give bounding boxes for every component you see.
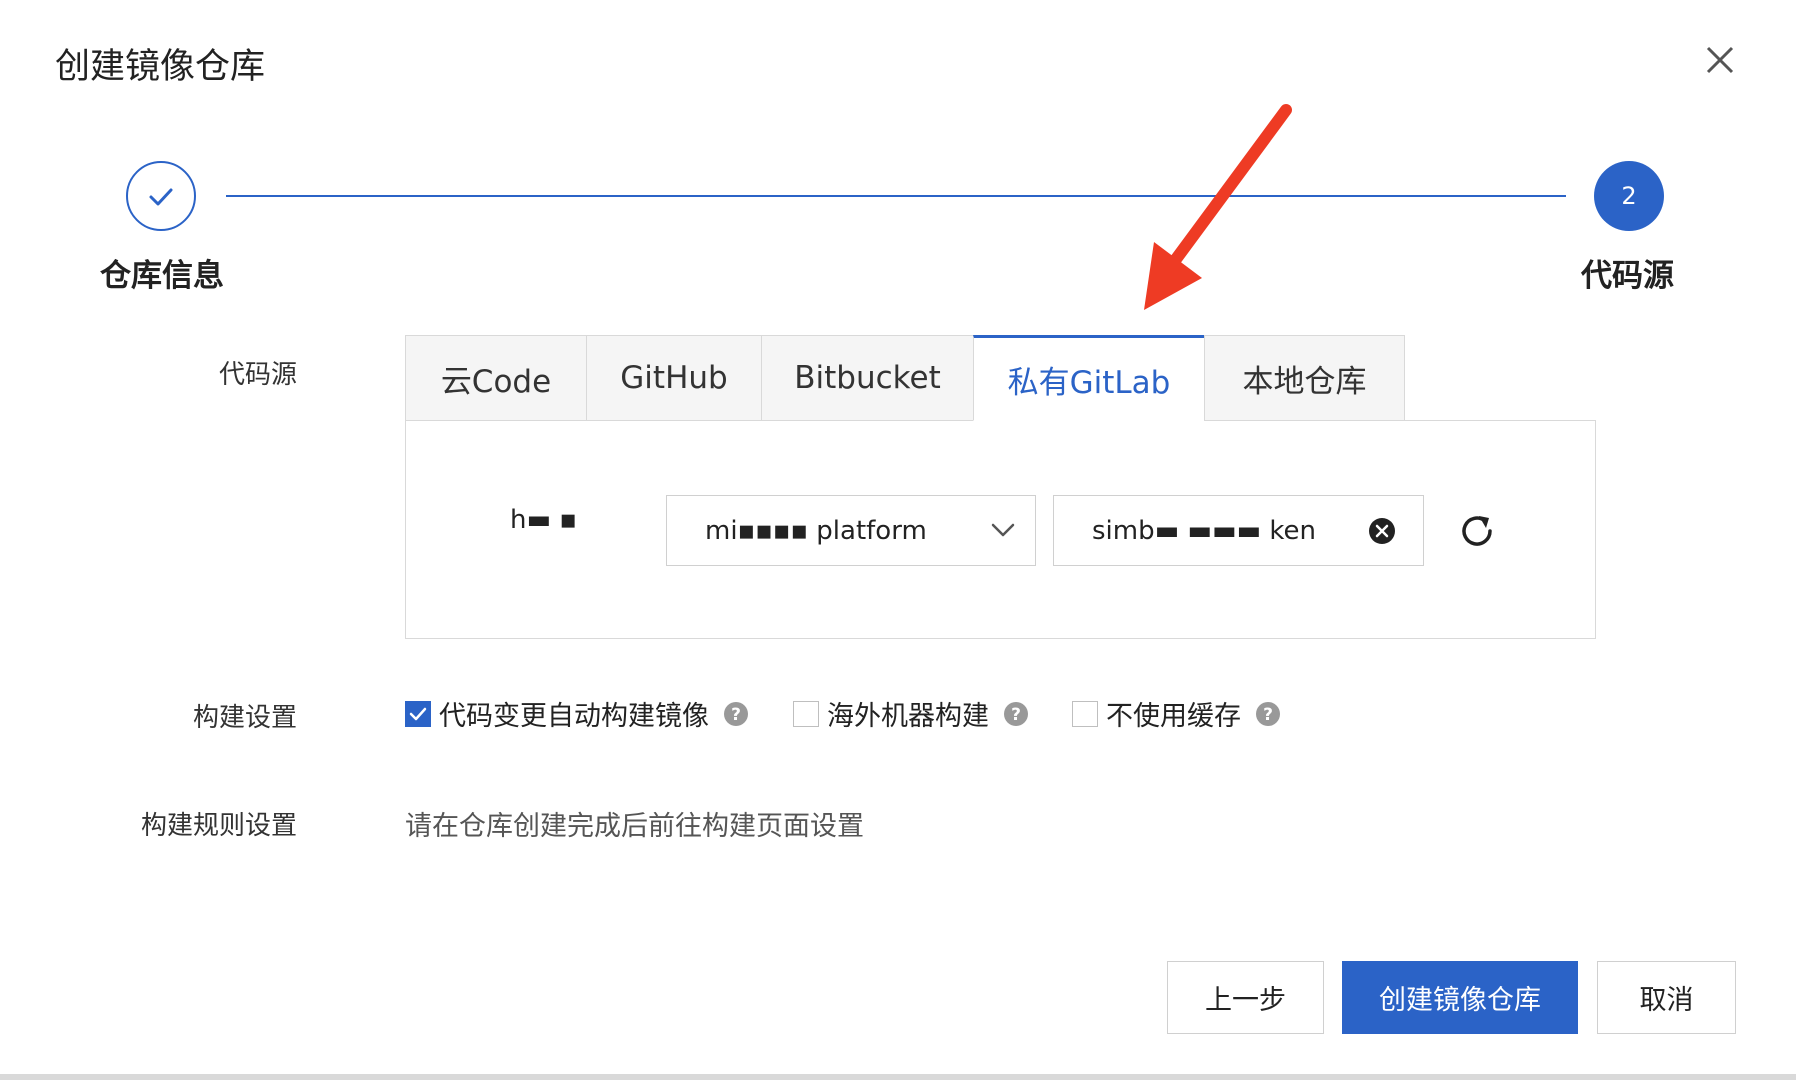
overseas-build-label: 海外机器构建	[827, 701, 989, 732]
project-select-value: mi▪▪▪▪ platform	[705, 516, 927, 546]
annotation-arrow	[1144, 104, 1292, 310]
create-image-repo-dialog: 创建镜像仓库 2 仓库信息 代码源 代码源 云Code GitHub Bitbu…	[0, 0, 1796, 1080]
branch-input-value: simb▬ ▬▬▬ ken	[1092, 516, 1316, 546]
branch-input[interactable]: simb▬ ▬▬▬ ken	[1053, 495, 1424, 566]
code-source-tabs: 云Code GitHub Bitbucket 私有GitLab 本地仓库	[405, 334, 1405, 421]
auto-build-checkbox[interactable]	[405, 700, 431, 727]
tab-yun-code[interactable]: 云Code	[405, 335, 586, 421]
create-repo-button[interactable]: 创建镜像仓库	[1342, 961, 1578, 1034]
step-2-active-circle: 2	[1594, 161, 1664, 231]
refresh-icon[interactable]	[1456, 510, 1498, 552]
no-cache-checkbox[interactable]	[1072, 700, 1098, 727]
clear-circle-icon[interactable]	[1367, 516, 1397, 546]
svg-text:?: ?	[1263, 705, 1273, 725]
svg-text:?: ?	[731, 705, 741, 725]
stepper-connector-line	[226, 195, 1566, 197]
no-cache-option: 不使用缓存 ?	[1072, 694, 1281, 733]
tab-private-gitlab[interactable]: 私有GitLab	[973, 335, 1204, 421]
check-icon	[409, 707, 427, 720]
question-circle-icon[interactable]: ?	[1003, 701, 1029, 727]
code-source-label: 代码源	[218, 360, 297, 390]
window-bottom-edge	[0, 1074, 1796, 1080]
question-circle-icon[interactable]: ?	[723, 701, 749, 727]
question-circle-icon[interactable]: ?	[1255, 701, 1281, 727]
overseas-build-checkbox[interactable]	[793, 700, 819, 727]
tab-github[interactable]: GitHub	[586, 335, 761, 421]
step-1-label: 仓库信息	[100, 258, 224, 294]
close-icon[interactable]	[1700, 40, 1740, 80]
auto-build-label: 代码变更自动构建镜像	[439, 701, 709, 732]
build-rules-label: 构建规则设置	[140, 811, 297, 841]
step-1-completed-circle	[126, 161, 196, 231]
tab-bitbucket[interactable]: Bitbucket	[761, 335, 973, 421]
dialog-title: 创建镜像仓库	[55, 47, 266, 87]
project-select[interactable]: mi▪▪▪▪ platform	[666, 495, 1036, 566]
no-cache-label: 不使用缓存	[1106, 701, 1241, 732]
step-2-label: 代码源	[1581, 258, 1674, 294]
auto-build-option: 代码变更自动构建镜像 ?	[405, 694, 749, 733]
chevron-down-icon	[991, 523, 1015, 537]
check-icon	[149, 188, 173, 206]
overseas-build-option: 海外机器构建 ?	[793, 694, 1029, 733]
previous-step-button[interactable]: 上一步	[1167, 961, 1324, 1034]
tab-local-repo[interactable]: 本地仓库	[1204, 335, 1405, 421]
svg-text:?: ?	[1011, 705, 1021, 725]
build-settings-label: 构建设置	[192, 703, 297, 733]
build-rules-hint: 请在仓库创建完成后前往构建页面设置	[405, 811, 864, 842]
cancel-button[interactable]: 取消	[1597, 961, 1736, 1034]
gitlab-namespace: h▬ ▪	[510, 505, 577, 535]
